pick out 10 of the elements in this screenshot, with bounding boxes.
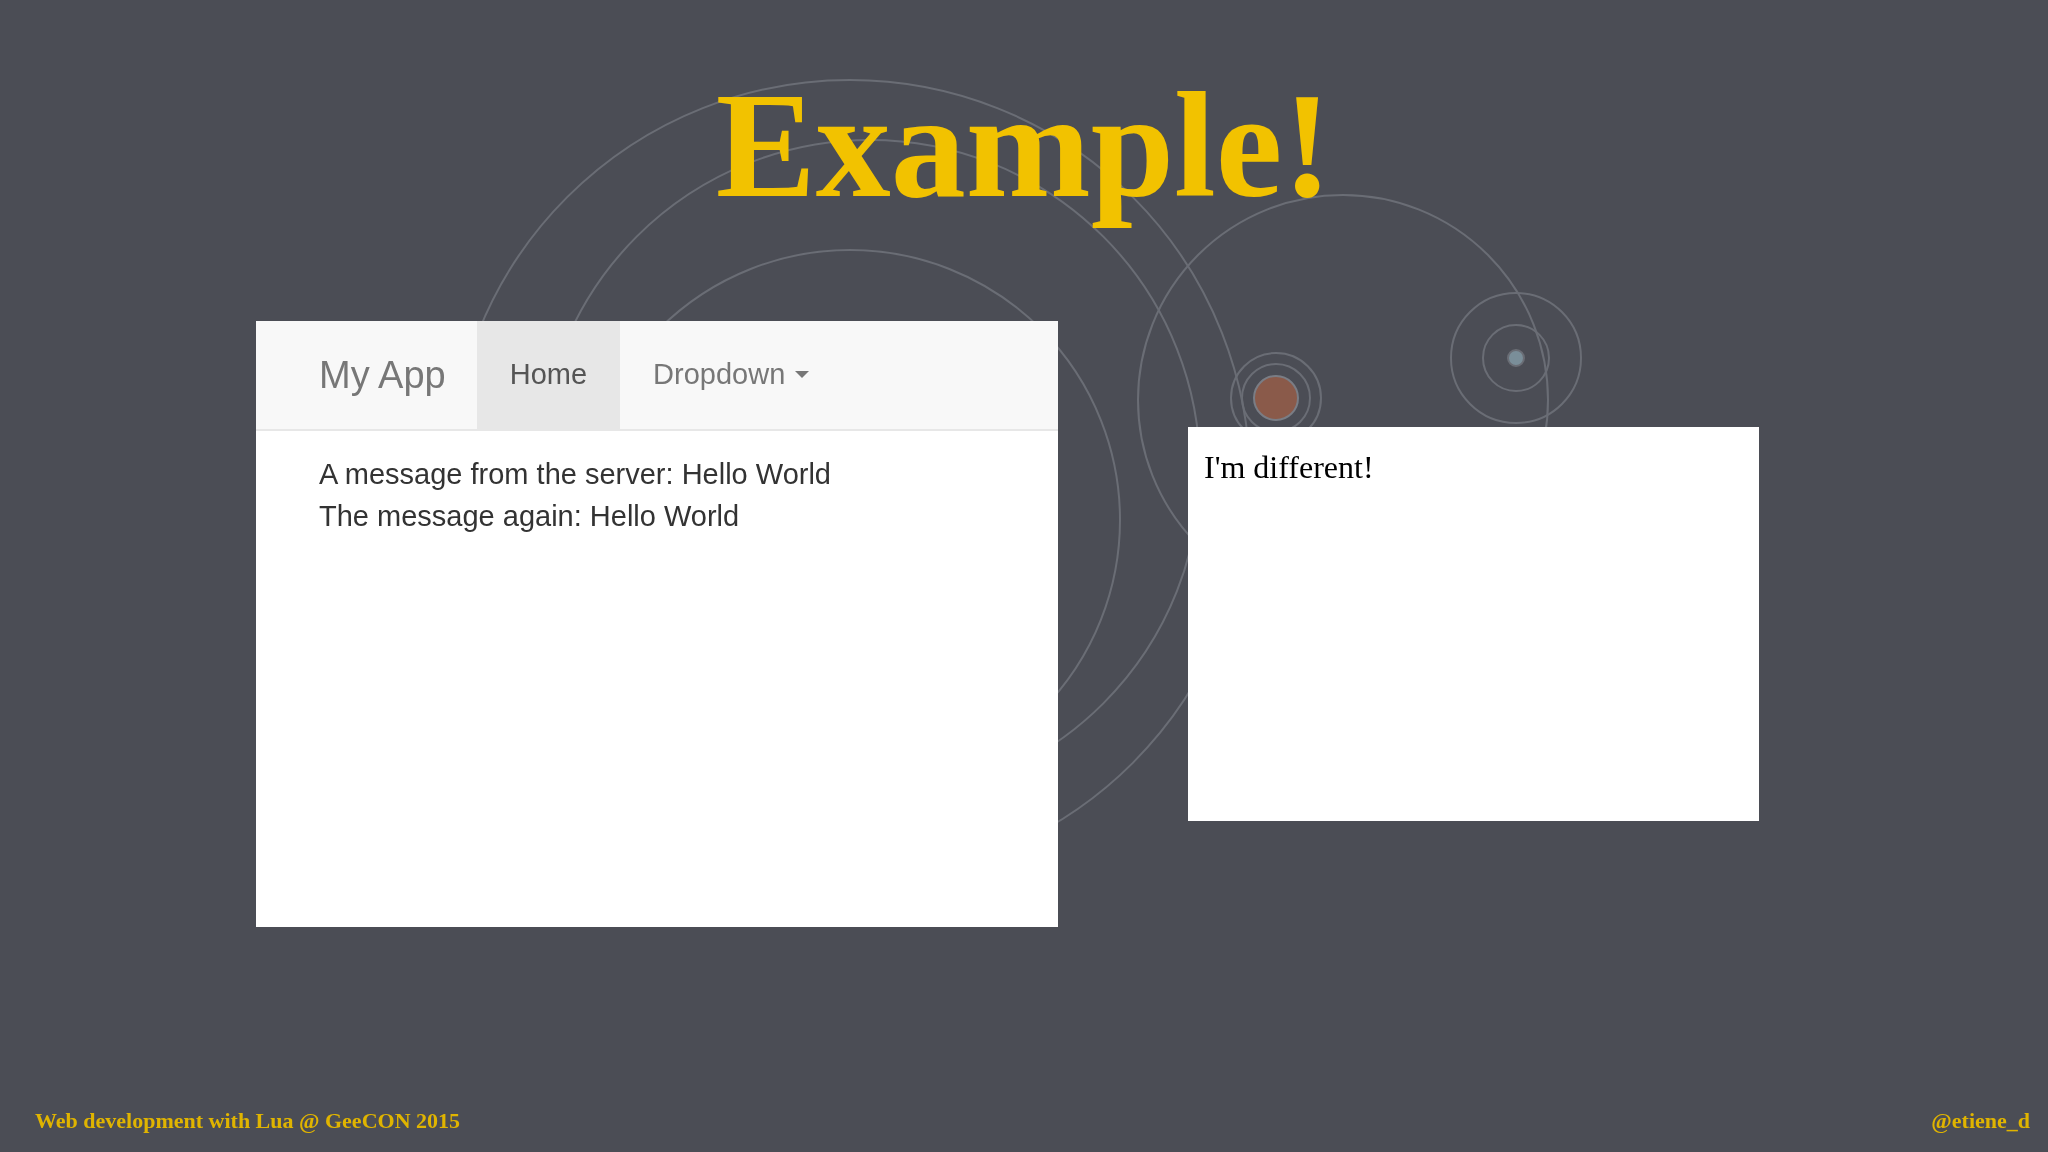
- author-handle: @etiene_d: [1931, 1107, 2030, 1135]
- dropdown-menu[interactable]: Dropdown: [620, 321, 843, 429]
- nav-link[interactable]: Home: [476, 321, 621, 429]
- message-text: The message again: Hello World: [319, 499, 741, 534]
- message-text: I'm different!: [1204, 448, 1375, 487]
- slide-title: Example!: [715, 61, 1333, 230]
- footer-text: Web development with Lua @ GeeCON 2015: [35, 1107, 460, 1135]
- message-text: A message from the server: Hello World: [319, 457, 832, 492]
- brand-name[interactable]: My App: [319, 321, 477, 429]
- caret-icon: [795, 371, 810, 379]
